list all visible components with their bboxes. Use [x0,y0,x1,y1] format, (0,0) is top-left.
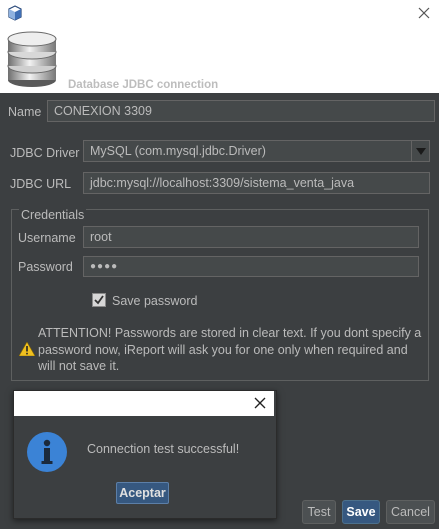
app-cube-icon [8,5,22,21]
close-icon[interactable] [417,6,431,20]
dialog-message: Connection test successful! [87,442,240,456]
password-field[interactable]: ●●●● [83,256,419,277]
cancel-button[interactable]: Cancel [386,500,435,524]
chevron-down-icon[interactable] [411,141,429,161]
jdbc-url-field[interactable]: jdbc:mysql://localhost:3309/sistema_vent… [83,172,430,194]
warning-icon [19,342,35,356]
header-title: Database JDBC connection [68,79,219,91]
message-dialog: Connection test successful! Aceptar [13,390,277,519]
jdbc-driver-select[interactable]: MySQL (com.mysql.jdbc.Driver) [83,140,430,162]
credentials-title: Credentials [19,208,87,222]
password-warning-text: ATTENTION! Passwords are stored in clear… [38,326,422,373]
username-label: Username [18,231,76,245]
jdbc-driver-value: MySQL (com.mysql.jdbc.Driver) [90,144,266,158]
close-icon[interactable] [254,397,266,409]
jdbc-url-label: JDBC URL [10,177,72,191]
save-password-label[interactable]: Save password [112,294,197,308]
info-icon [27,432,67,472]
save-password-checkbox[interactable] [92,293,106,307]
jdbc-driver-label: JDBC Driver [10,146,80,160]
dialog-header: Database JDBC connection [0,30,439,93]
database-icon [7,31,57,87]
accept-button[interactable]: Aceptar [116,482,169,504]
name-label: Name [8,105,42,119]
message-dialog-titlebar [14,391,274,416]
username-field[interactable]: root [83,226,419,248]
password-label: Password [18,260,73,274]
window-titlebar [0,0,439,30]
save-button[interactable]: Save [342,500,380,524]
checkmark-icon [94,295,104,305]
name-field[interactable]: CONEXION 3309 [47,100,435,122]
test-button[interactable]: Test [302,500,336,524]
